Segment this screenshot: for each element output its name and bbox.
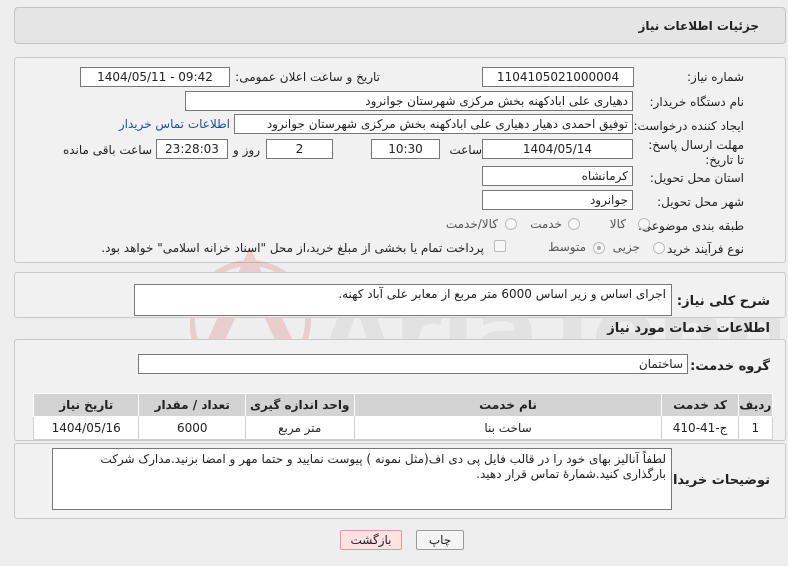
deadline-time-field: 10:30 [371,139,440,159]
service-group-field: ساختمان [138,354,688,374]
cell-unit: متر مربع [244,416,355,440]
cell-code: ج-41-410 [661,416,739,440]
cell-name: ساخت بنا [353,416,663,440]
back-button[interactable]: بازگشت [340,530,402,550]
days-label: روز و [233,143,260,157]
need-number-field: 1104105021000004 [482,67,634,87]
province-label: استان محل تحویل: [649,171,744,185]
col-row-header: ردیف [737,393,774,417]
announce-datetime-field: 1404/05/11 - 09:42 [80,67,230,87]
category-label: طبقه بندی موضوعی: [637,219,744,233]
category-radio-goods[interactable] [638,218,650,230]
remaining-time-label: ساعت باقی مانده [62,143,152,157]
category-radio-goods-service[interactable] [505,218,517,230]
creator-field: توفیق احمدی دهیار دهیاری علی ابادکهنه بخ… [234,114,633,134]
cell-row: 1 [737,416,774,440]
buyer-notes-label: توضیحات خریدار: [660,473,770,488]
table-row: 1 ج-41-410 ساخت بنا متر مربع 6000 1404/0… [32,416,774,440]
cell-date: 1404/05/16 [32,416,140,440]
col-name-header: نام خدمت [353,393,663,417]
buyer-contact-link[interactable]: اطلاعات تماس خریدار [119,117,230,131]
deadline-label: مهلت ارسال پاسخ: تا تاریخ: [648,138,744,167]
summary-textarea: اجرای اساس و زیر اساس 6000 متر مربع از م… [134,284,672,316]
days-field: 2 [266,139,333,159]
deadline-time-label: ساعت [449,143,482,157]
buyer-notes-text: لطفاً آنالیز بهای خود را در قالب فایل پی… [100,452,666,481]
creator-label: ایجاد کننده درخواست: [633,119,744,133]
announce-label: تاریخ و ساعت اعلان عمومی: [235,70,380,84]
cell-qty: 6000 [138,416,246,440]
need-number-label: شماره نیاز: [687,70,744,84]
category-option-service: خدمت [530,217,562,231]
col-qty-header: تعداد / مقدار [138,393,246,417]
page-header: جزئیات اطلاعات نیاز [14,7,786,44]
province-field: کرمانشاه [482,166,633,186]
city-label: شهر محل تحویل: [657,195,744,209]
services-table-header: ردیف کد خدمت نام خدمت واحد اندازه گیری ت… [32,393,774,417]
deadline-date-field: 1404/05/14 [482,139,633,159]
page-title: جزئیات اطلاعات نیاز [638,19,759,33]
city-field: جوانرود [482,190,633,210]
service-group-label: گروه خدمت: [690,359,770,374]
col-date-header: تاریخ نیاز [32,393,140,417]
summary-label: شرح کلی نیاز: [676,294,770,309]
category-option-goods-service: کالا/خدمت [445,217,498,231]
summary-text: اجرای اساس و زیر اساس 6000 متر مربع از م… [338,287,666,301]
remaining-time-field: 23:28:03 [156,139,228,159]
services-table: ردیف کد خدمت نام خدمت واحد اندازه گیری ت… [32,393,774,440]
category-option-goods: کالا [609,217,626,231]
print-button[interactable]: چاپ [416,530,464,550]
buyer-org-label: نام دستگاه خریدار: [649,95,745,109]
buyer-notes-textarea: لطفاً آنالیز بهای خود را در قالب فایل پی… [52,448,672,510]
col-code-header: کد خدمت [661,393,739,417]
buyer-org-field: دهیاری علی ابادکهنه بخش مرکزی شهرستان جو… [185,91,633,111]
services-title: اطلاعات خدمات مورد نیاز [607,321,770,336]
col-unit-header: واحد اندازه گیری [244,393,355,417]
category-radio-service[interactable] [568,218,580,230]
